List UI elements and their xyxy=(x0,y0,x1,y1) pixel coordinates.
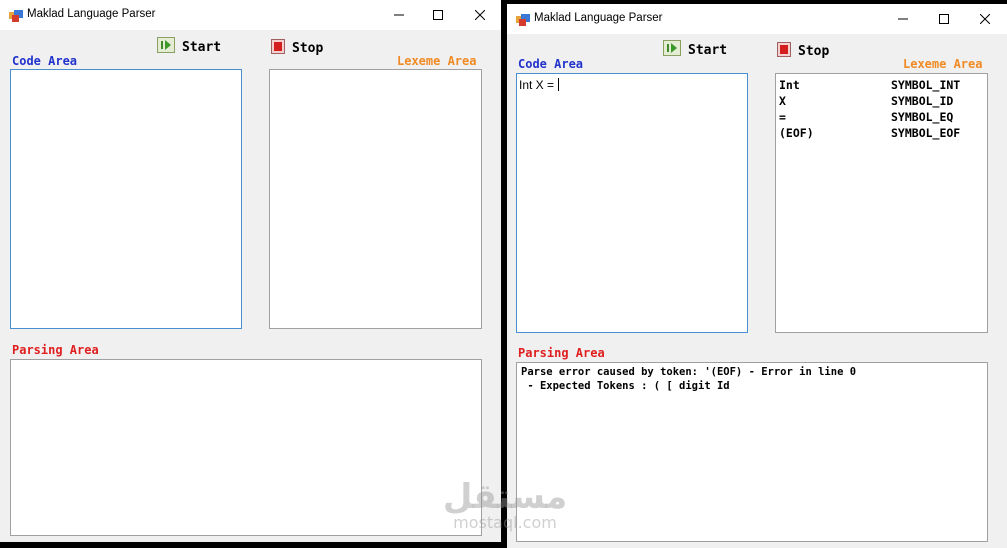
app-window-icon xyxy=(9,9,23,22)
stop-icon xyxy=(777,42,791,61)
window-title: Maklad Language Parser xyxy=(534,12,663,24)
parse-error-line: Parse error caused by token: '(EOF) - Er… xyxy=(521,366,857,378)
parsing-output[interactable] xyxy=(10,359,482,536)
parsing-area-label: Parsing Area xyxy=(518,346,605,360)
code-input[interactable]: Int X = xyxy=(516,73,748,333)
window-title: Maklad Language Parser xyxy=(27,8,156,20)
expected-tokens-line: - Expected Tokens : ( [ digit Id xyxy=(521,380,730,392)
lexeme-row: (EOF) SYMBOL_EOF xyxy=(779,126,961,140)
lexeme-area-label: Lexeme Area xyxy=(903,57,983,71)
lexeme-list[interactable]: Int SYMBOL_INT X SYMBOL_ID = SYMBOL_EQ (EOF… xyxy=(775,73,988,333)
start-button[interactable]: Start xyxy=(157,37,221,57)
stop-icon xyxy=(271,39,285,58)
start-label: Start xyxy=(182,39,222,55)
stop-button[interactable]: Stop xyxy=(777,42,829,61)
code-area-label: Code Area xyxy=(518,57,584,71)
text-caret xyxy=(558,78,560,91)
lexeme-row: Int SYMBOL_INT xyxy=(779,78,961,92)
play-icon xyxy=(663,40,681,60)
maximize-icon[interactable] xyxy=(416,0,460,30)
lexeme-row: X SYMBOL_ID xyxy=(779,94,954,108)
lexeme-list[interactable] xyxy=(269,69,482,329)
stop-label: Stop xyxy=(798,44,830,59)
parsing-area-label: Parsing Area xyxy=(12,343,99,357)
maximize-icon[interactable] xyxy=(922,4,966,34)
title-bar[interactable]: Maklad Language Parser xyxy=(507,4,1007,34)
stop-label: Stop xyxy=(292,41,324,56)
stop-button[interactable]: Stop xyxy=(271,39,323,58)
start-button[interactable]: Start xyxy=(663,40,727,60)
play-icon xyxy=(157,37,175,57)
window-right: Maklad Language Parser Start Stop Code A… xyxy=(507,4,1007,548)
lexeme-area-label: Lexeme Area xyxy=(397,54,477,68)
code-area-label: Code Area xyxy=(12,54,78,68)
title-bar[interactable]: Maklad Language Parser xyxy=(0,0,501,30)
close-icon[interactable] xyxy=(458,0,501,30)
window-left: Maklad Language Parser Start Stop Code A… xyxy=(0,0,501,542)
close-icon[interactable] xyxy=(963,4,1007,34)
code-input[interactable] xyxy=(10,69,242,329)
code-text: Int X = xyxy=(519,78,560,92)
lexeme-row: = SYMBOL_EQ xyxy=(779,110,954,124)
minimize-icon[interactable] xyxy=(377,0,421,30)
app-window-icon xyxy=(516,13,530,26)
parsing-output[interactable]: Parse error caused by token: '(EOF) - Er… xyxy=(516,362,988,542)
minimize-icon[interactable] xyxy=(881,4,925,34)
start-label: Start xyxy=(688,42,728,58)
